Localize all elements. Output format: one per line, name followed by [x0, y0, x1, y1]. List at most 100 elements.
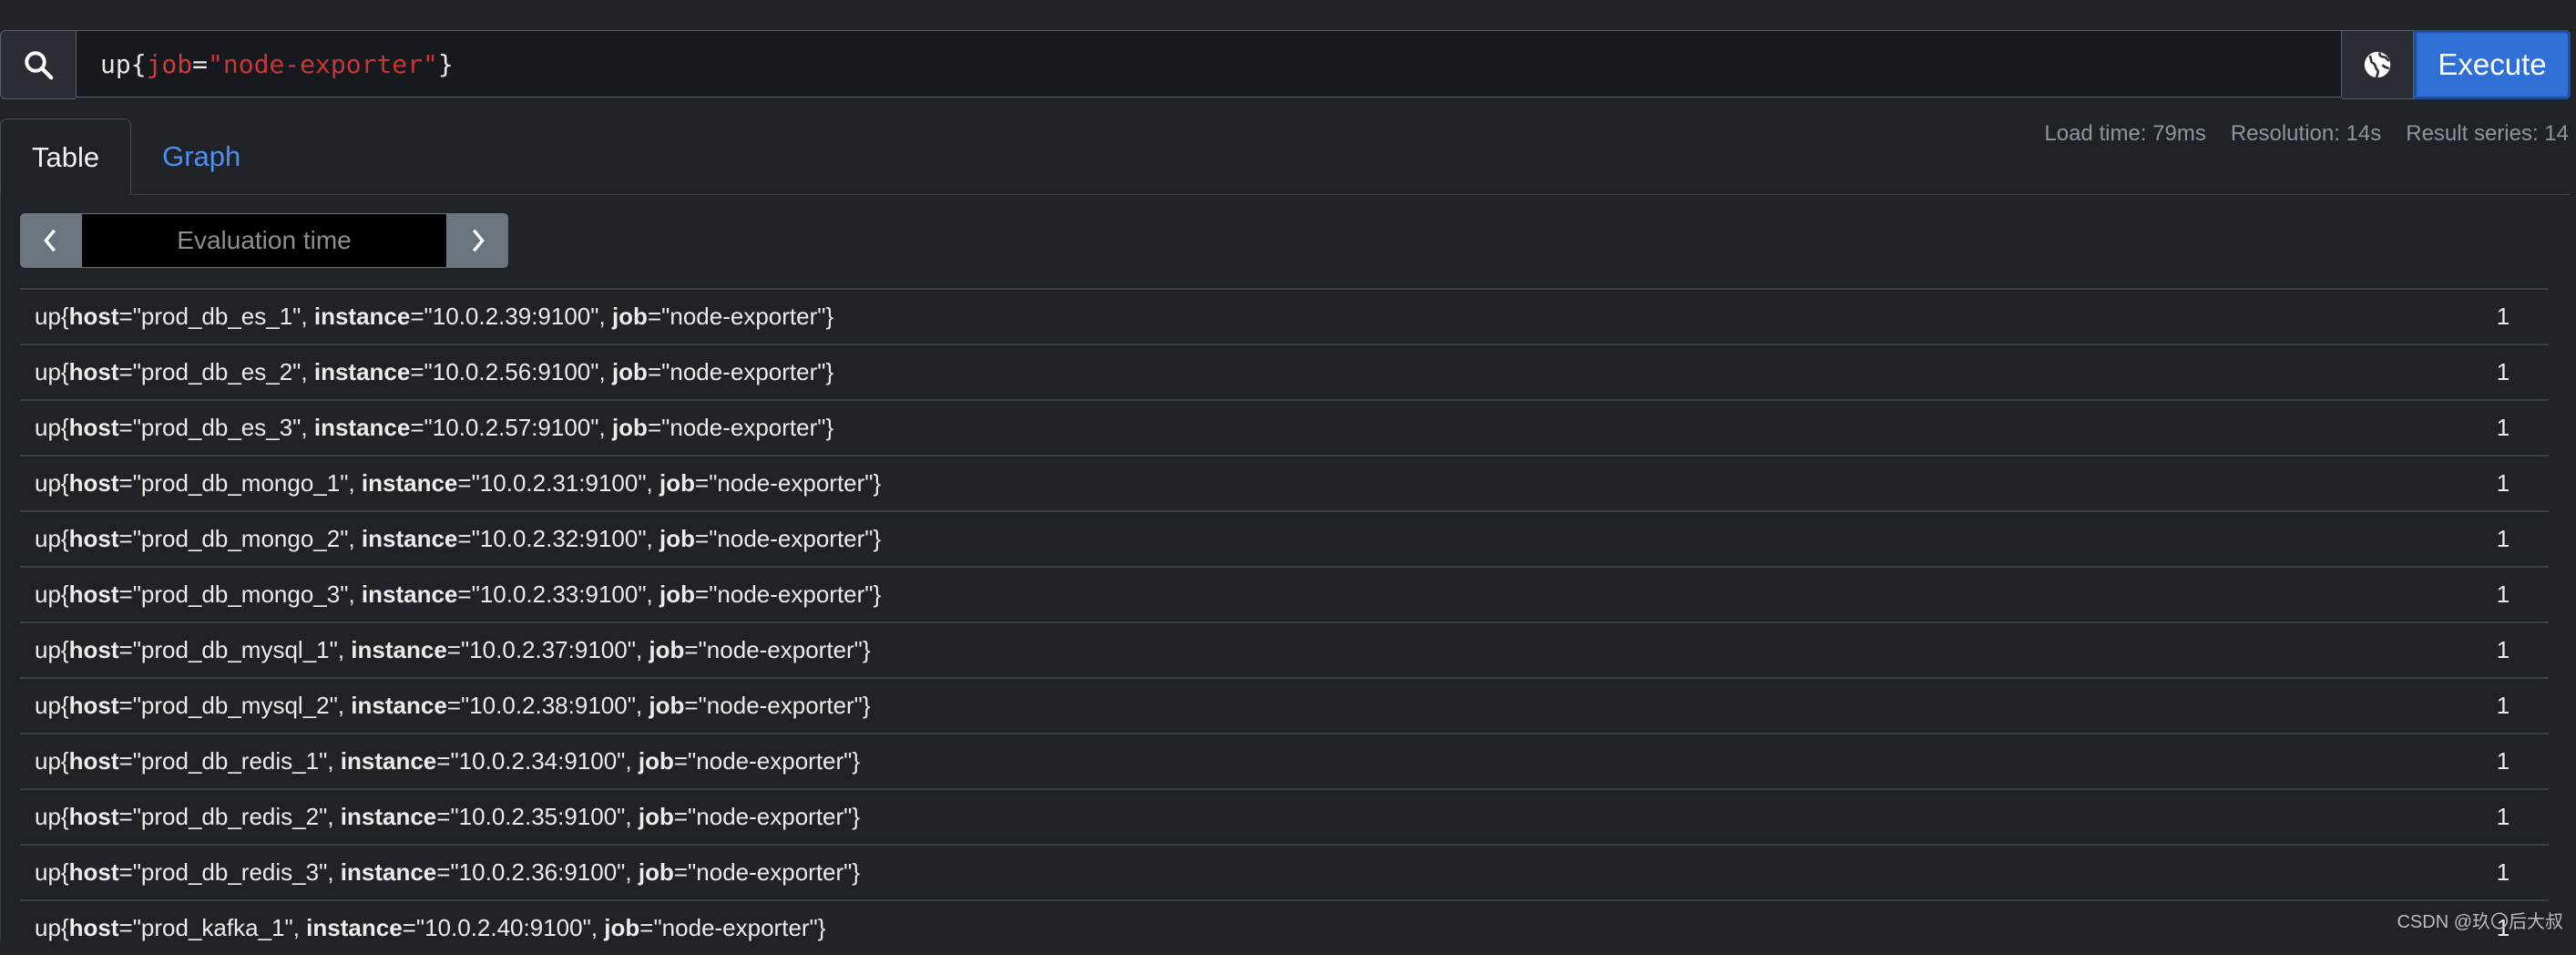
series-value: 1: [2496, 803, 2510, 830]
label-value-job: "node-exporter": [698, 636, 863, 663]
label-key-instance: instance: [340, 858, 437, 886]
metric-name: up: [35, 303, 61, 330]
label-value-host: "prod_db_redis_3": [132, 858, 328, 886]
search-icon: [0, 30, 76, 99]
label-value-host: "prod_db_es_1": [132, 303, 302, 330]
label-key-job: job: [638, 747, 674, 775]
metric-name: up: [35, 803, 61, 830]
label-key-instance: instance: [361, 580, 458, 608]
label-value-instance: "10.0.2.38:9100": [460, 692, 636, 719]
series-value: 1: [2496, 747, 2510, 775]
label-value-instance: "10.0.2.32:9100": [471, 525, 647, 552]
chevron-left-icon[interactable]: [20, 213, 82, 268]
series-label: up{host="prod_db_redis_2", instance="10.…: [35, 803, 861, 830]
label-value-job: "node-exporter": [653, 914, 818, 941]
label-value-job: "node-exporter": [661, 303, 826, 330]
series-value: 1: [2496, 414, 2510, 441]
label-key-job: job: [604, 914, 640, 941]
tab-panel-border: [0, 194, 1, 940]
label-key-host: host: [68, 303, 119, 330]
label-key-job: job: [638, 858, 674, 886]
label-value-job: "node-exporter": [661, 414, 826, 441]
table-row: up{host="prod_db_redis_2", instance="10.…: [20, 788, 2549, 844]
label-value-job: "node-exporter": [709, 525, 874, 552]
series-value: 1: [2496, 303, 2510, 330]
query-label-name: job: [146, 48, 193, 79]
label-key-host: host: [68, 803, 119, 830]
series-value: 1: [2496, 525, 2510, 552]
label-value-instance: "10.0.2.35:9100": [450, 803, 626, 830]
globe-icon[interactable]: [2342, 30, 2414, 99]
label-value-instance: "10.0.2.40:9100": [415, 914, 591, 941]
query-open-brace: {: [130, 48, 147, 79]
tab-divider: [132, 194, 2571, 195]
metric-name: up: [35, 692, 61, 719]
label-value-host: "prod_db_redis_2": [132, 803, 328, 830]
series-label: up{host="prod_db_mysql_1", instance="10.…: [35, 636, 871, 663]
label-key-host: host: [68, 858, 119, 886]
tab-table[interactable]: Table: [0, 118, 132, 195]
table-row: up{host="prod_db_mongo_3", instance="10.…: [20, 566, 2549, 621]
series-label: up{host="prod_db_mongo_2", instance="10.…: [35, 525, 882, 552]
table-row: up{host="prod_db_es_1", instance="10.0.2…: [20, 288, 2549, 344]
label-key-host: host: [68, 636, 119, 663]
chevron-right-icon[interactable]: [446, 213, 508, 268]
table-row: up{host="prod_db_es_2", instance="10.0.2…: [20, 344, 2549, 399]
label-key-instance: instance: [361, 469, 458, 497]
label-key-host: host: [68, 414, 119, 441]
query-equals: =: [192, 48, 209, 79]
label-key-host: host: [68, 469, 119, 497]
table-row: up{host="prod_db_es_3", instance="10.0.2…: [20, 399, 2549, 455]
tab-graph[interactable]: Graph: [131, 118, 271, 195]
label-key-job: job: [649, 636, 685, 663]
label-value-job: "node-exporter": [688, 803, 853, 830]
label-value-instance: "10.0.2.34:9100": [450, 747, 626, 775]
label-key-job: job: [649, 692, 685, 719]
label-key-job: job: [611, 303, 648, 330]
series-value: 1: [2496, 469, 2510, 497]
label-key-job: job: [638, 803, 674, 830]
series-value: 1: [2496, 580, 2510, 608]
label-value-job: "node-exporter": [698, 692, 863, 719]
evaluation-time-input[interactable]: Evaluation time: [82, 213, 446, 268]
series-label: up{host="prod_db_mongo_3", instance="10.…: [35, 580, 882, 608]
series-label: up{host="prod_db_mongo_1", instance="10.…: [35, 469, 882, 497]
label-key-host: host: [68, 525, 119, 552]
label-key-host: host: [68, 692, 119, 719]
query-stats: Load time: 79ms Resolution: 14s Result s…: [2044, 121, 2569, 147]
query-input[interactable]: up{job = "node-exporter"}: [76, 30, 2342, 98]
label-value-instance: "10.0.2.31:9100": [471, 469, 647, 497]
query-close-brace: }: [437, 48, 454, 79]
load-time: Load time: 79ms: [2044, 121, 2206, 146]
execute-button[interactable]: Execute: [2414, 30, 2571, 99]
label-key-instance: instance: [361, 525, 458, 552]
metric-name: up: [35, 747, 61, 775]
metric-name: up: [35, 358, 61, 385]
label-value-job: "node-exporter": [688, 858, 853, 886]
label-value-host: "prod_db_redis_1": [132, 747, 328, 775]
table-row: up{host="prod_db_redis_3", instance="10.…: [20, 844, 2549, 899]
label-key-host: host: [68, 914, 119, 941]
label-value-instance: "10.0.2.39:9100": [424, 303, 599, 330]
table-row: up{host="prod_db_mysql_1", instance="10.…: [20, 621, 2549, 677]
metric-name: up: [35, 580, 61, 608]
metric-name: up: [35, 636, 61, 663]
series-value: 1: [2496, 692, 2510, 719]
label-key-instance: instance: [340, 747, 437, 775]
label-value-host: "prod_db_mongo_3": [132, 580, 349, 608]
series-label: up{host="prod_db_redis_1", instance="10.…: [35, 747, 861, 775]
label-value-host: "prod_kafka_1": [132, 914, 293, 941]
table-row: up{host="prod_db_mysql_2", instance="10.…: [20, 677, 2549, 733]
label-value-job: "node-exporter": [709, 469, 874, 497]
metric-name: up: [35, 858, 61, 886]
series-label: up{host="prod_db_mysql_2", instance="10.…: [35, 692, 871, 719]
label-value-instance: "10.0.2.56:9100": [424, 358, 599, 385]
series-label: up{host="prod_db_es_3", instance="10.0.2…: [35, 414, 834, 441]
label-value-host: "prod_db_mysql_1": [132, 636, 338, 663]
watermark: CSDN @玖〇后大叔: [2397, 912, 2563, 932]
label-key-instance: instance: [306, 914, 403, 941]
metric-name: up: [35, 469, 61, 497]
query-metric: up: [100, 48, 131, 79]
metric-name: up: [35, 525, 61, 552]
series-label: up{host="prod_db_es_2", instance="10.0.2…: [35, 358, 834, 385]
